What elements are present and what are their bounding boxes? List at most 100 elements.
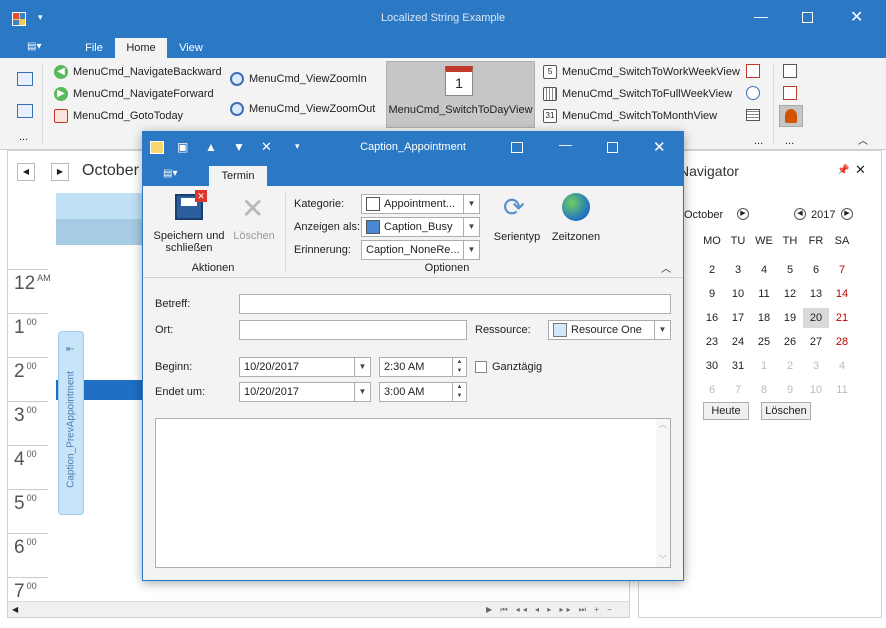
calendar-day[interactable]: 10 [803, 380, 829, 400]
group-by-date-icon[interactable] [783, 64, 797, 78]
save-and-close-button[interactable]: ✕ Speichern und schließen [151, 190, 227, 254]
calendar-day[interactable]: 8 [751, 380, 777, 400]
minimize-icon[interactable]: — [754, 8, 768, 24]
calendar-day[interactable]: 9 [699, 284, 725, 304]
close-icon[interactable]: ✕ [850, 7, 863, 27]
calendar-day[interactable]: 3 [725, 260, 751, 280]
show-as-combo[interactable]: Caption_Busy ▼ [361, 217, 480, 237]
calendar-day[interactable]: 21 [829, 308, 855, 328]
calendar-day[interactable]: 4 [829, 356, 855, 376]
dialog-minimize-icon[interactable]: — [559, 137, 572, 152]
calendar-day[interactable]: 3 [803, 356, 829, 376]
calendar-day[interactable]: 28 [829, 332, 855, 352]
day-view-button[interactable]: 1 MenuCmd_SwitchToDayView [386, 61, 535, 128]
calendar-day[interactable]: 11 [829, 380, 855, 400]
calendar-day[interactable]: 10 [725, 284, 751, 304]
calendar-day[interactable]: 31 [725, 356, 751, 376]
tab-termin[interactable]: Termin [209, 166, 267, 186]
calendar-day[interactable]: 1 [751, 356, 777, 376]
calendar-day[interactable]: 7 [725, 380, 751, 400]
group-none-button[interactable] [779, 105, 803, 127]
horizontal-scrollbar[interactable]: ◀ ▶ ⏮ ◂◂ ◂ ▸ ▸▸ ⏭ + − [8, 601, 629, 617]
scroll-left-icon[interactable]: ◀ [12, 605, 18, 614]
calendar-day[interactable]: 2 [699, 260, 725, 280]
new-appointment-icon[interactable] [17, 72, 33, 86]
delete-button[interactable]: ✕ Löschen [231, 190, 277, 252]
calendar-day[interactable]: 23 [699, 332, 725, 352]
calendar-day[interactable]: 25 [751, 332, 777, 352]
application-menu-icon[interactable]: ▤▾ [27, 41, 49, 54]
group-by-resource-icon[interactable] [783, 86, 797, 100]
full-week-button[interactable]: MenuCmd_SwitchToFullWeekView [543, 87, 732, 101]
restore-ribbon-icon[interactable] [511, 142, 523, 153]
recurrence-button[interactable]: ⟳ Serientyp [491, 190, 543, 252]
calendar-day[interactable]: 24 [725, 332, 751, 352]
subject-input[interactable] [239, 294, 671, 314]
calendar-day[interactable]: 27 [803, 332, 829, 352]
prev-appointment-button[interactable]: ⇤ Caption_PrevAppointment [58, 331, 84, 515]
month-view-button[interactable]: 31 MenuCmd_SwitchToMonthView [543, 109, 717, 123]
calendar-day[interactable]: 5 [777, 260, 803, 280]
calendar-day[interactable]: 6 [803, 260, 829, 280]
location-input[interactable] [239, 320, 467, 340]
calendar-day[interactable]: 17 [725, 308, 751, 328]
resource-combo[interactable]: Resource One ▼ [548, 320, 671, 340]
end-time-input[interactable]: 3:00 AM ▲ ▼ [379, 382, 467, 402]
navigate-backward-button[interactable]: ◀ MenuCmd_NavigateBackward [54, 65, 222, 79]
calendar-day[interactable]: 14 [829, 284, 855, 304]
reminder-combo[interactable]: Caption_NoneRe... ▼ [361, 240, 480, 260]
start-date-input[interactable]: 10/20/2017 ▼ [239, 357, 371, 377]
today-button[interactable]: Heute [703, 402, 749, 420]
dialog-collapse-ribbon-icon[interactable]: ︿ [661, 260, 671, 275]
calendar-day[interactable]: 18 [751, 308, 777, 328]
category-dropdown-icon[interactable]: ▼ [463, 195, 479, 213]
navigate-forward-button[interactable]: ▶ MenuCmd_NavigateForward [54, 87, 214, 101]
description-textarea[interactable]: ︿ ﹀ [155, 418, 671, 568]
start-time-input[interactable]: 2:30 AM ▲ ▼ [379, 357, 467, 377]
clear-button[interactable]: Löschen [761, 402, 811, 420]
end-time-spinner-icon[interactable]: ▲ ▼ [452, 383, 466, 401]
tab-file[interactable]: File [75, 38, 113, 58]
list-view-icon[interactable] [746, 109, 760, 121]
calendar-day[interactable]: 26 [777, 332, 803, 352]
maximize-icon[interactable] [802, 12, 813, 23]
end-date-input[interactable]: 10/20/2017 ▼ [239, 382, 371, 402]
end-date-dropdown-icon[interactable]: ▼ [354, 383, 370, 401]
calendar-day[interactable]: 13 [803, 284, 829, 304]
calendar-day[interactable]: 11 [751, 284, 777, 304]
dialog-maximize-icon[interactable] [607, 142, 618, 153]
calendar-day[interactable]: 4 [751, 260, 777, 280]
calendar-day[interactable]: 12 [777, 284, 803, 304]
calendar-day[interactable]: 16 [699, 308, 725, 328]
start-time-spinner-icon[interactable]: ▲ ▼ [452, 358, 466, 376]
dialog-close-icon[interactable]: ✕ [653, 138, 666, 156]
calendar-day[interactable]: 6 [699, 380, 725, 400]
new-recurring-icon[interactable] [17, 104, 33, 118]
dialog-menu-icon[interactable]: ▤▾ [163, 168, 177, 179]
zoom-in-button[interactable]: MenuCmd_ViewZoomIn [230, 72, 367, 86]
calendar-day[interactable]: 20 [803, 308, 829, 328]
calendar-day[interactable]: 2 [777, 356, 803, 376]
tab-home[interactable]: Home [115, 38, 167, 58]
tab-view[interactable]: View [170, 38, 212, 58]
calendar-day[interactable]: 9 [777, 380, 803, 400]
collapse-ribbon-icon[interactable]: ︿ [858, 132, 868, 147]
scheduler-prev-button[interactable]: ◀ [17, 163, 35, 181]
show-as-dropdown-icon[interactable]: ▼ [463, 218, 479, 236]
textarea-scrollbar[interactable]: ︿ ﹀ [656, 419, 670, 567]
calendar-day[interactable]: 7 [829, 260, 855, 280]
work-week-button[interactable]: 5 MenuCmd_SwitchToWorkWeekView [543, 65, 740, 79]
resource-dropdown-icon[interactable]: ▼ [654, 321, 670, 339]
zoom-out-button[interactable]: MenuCmd_ViewZoomOut [230, 102, 375, 116]
all-day-checkbox[interactable] [475, 361, 487, 373]
calendar-day[interactable]: 19 [777, 308, 803, 328]
calendar-day[interactable]: 30 [699, 356, 725, 376]
timezones-button[interactable]: Zeitzonen [549, 190, 603, 252]
scroll-up-icon[interactable]: ︿ [656, 419, 670, 430]
timeline-view-icon[interactable] [746, 64, 760, 78]
reminder-dropdown-icon[interactable]: ▼ [463, 241, 479, 259]
scheduler-next-button[interactable]: ▶ [51, 163, 69, 181]
scroll-down-icon[interactable]: ﹀ [656, 554, 670, 565]
goto-today-button[interactable]: MenuCmd_GotoToday [54, 109, 183, 123]
gantt-clock-icon[interactable] [746, 86, 760, 100]
